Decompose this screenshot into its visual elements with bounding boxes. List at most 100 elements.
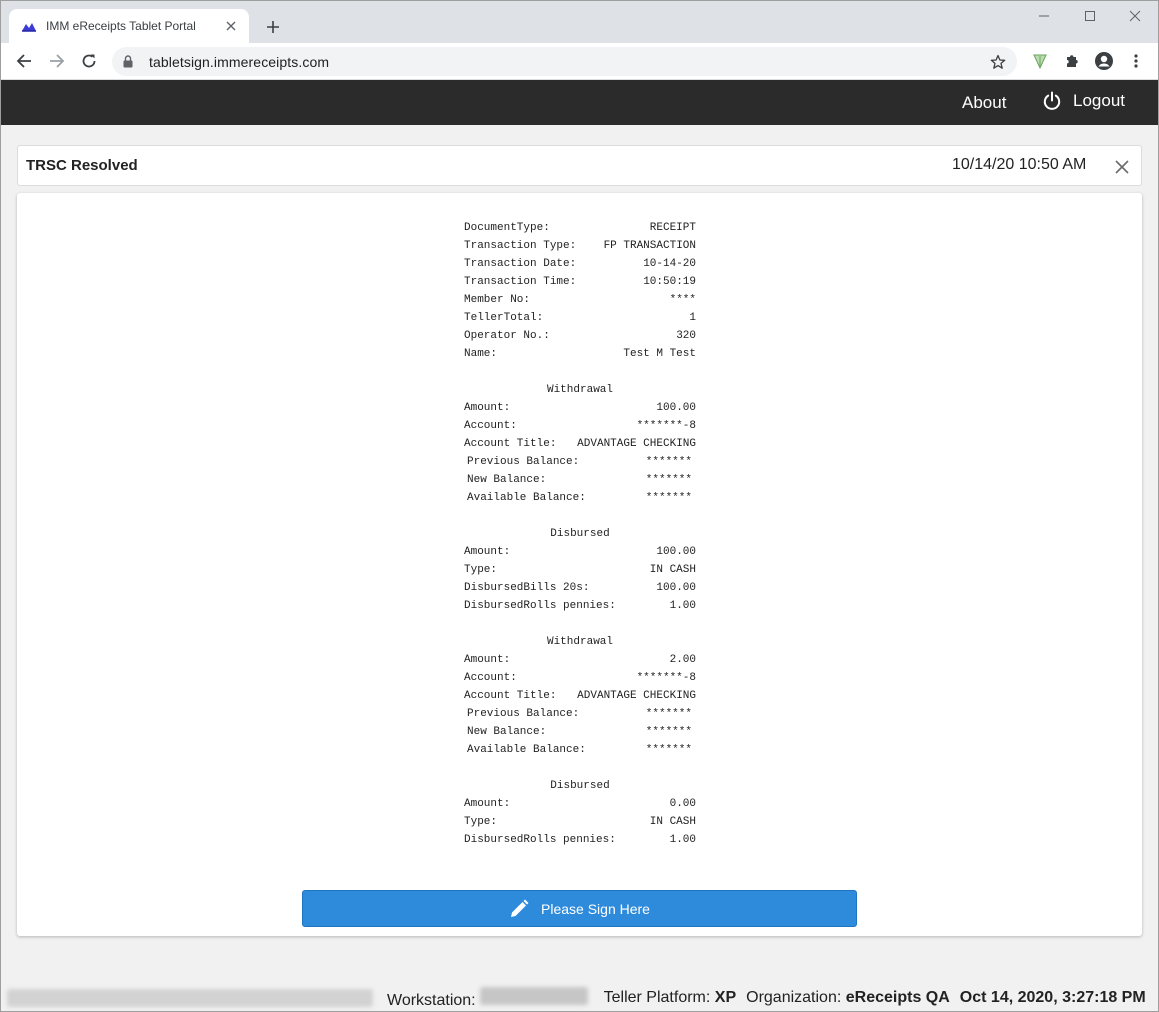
receipt-spacer [464, 759, 696, 777]
row-value: 0.00 [669, 798, 696, 810]
row-value: 1.00 [669, 834, 696, 846]
row-label: DocumentType: [464, 222, 550, 234]
receipt-row: Type: IN CASH [464, 561, 696, 579]
forward-icon[interactable] [43, 47, 71, 75]
workstation-label: Workstation: [387, 991, 476, 1009]
row-value: *******-8 [636, 672, 696, 684]
receipt-row: Account Title: ADVANTAGE CHECKING [464, 435, 696, 453]
row-label: Amount: [464, 546, 511, 558]
extensions-puzzle-icon[interactable] [1058, 47, 1086, 75]
row-label: Amount: [464, 798, 511, 810]
browser-tab-strip: IMM eReceipts Tablet Portal [1, 1, 1158, 43]
receipt-row: Amount: 2.00 [464, 651, 696, 669]
receipt-row: TellerTotal: 1 [464, 309, 696, 327]
row-label: Type: [464, 816, 498, 828]
back-icon[interactable] [10, 47, 38, 75]
row-label: New Balance: [467, 726, 547, 738]
row-label: Operator No.: [464, 330, 550, 342]
document-header-card: TRSC Resolved 10/14/20 10:50 AM [17, 145, 1142, 186]
row-label: DisbursedRolls pennies: [464, 834, 616, 846]
sign-button-label: Please Sign Here [541, 900, 650, 917]
minimize-icon[interactable] [1021, 1, 1067, 31]
redacted-user-email [7, 989, 373, 1007]
close-icon[interactable] [1112, 157, 1132, 177]
row-label: New Balance: [467, 474, 547, 486]
row-label: Previous Balance: [467, 456, 580, 468]
row-value: 10-14-20 [643, 258, 696, 270]
row-label: Available Balance: [467, 744, 586, 756]
about-link[interactable]: About [962, 93, 1006, 113]
row-value: FP TRANSACTION [603, 240, 696, 252]
profile-avatar-icon[interactable] [1090, 47, 1118, 75]
row-value: ******* [645, 726, 692, 738]
receipt-row: Available Balance: ******* [464, 741, 696, 759]
receipt-row: Available Balance: ******* [464, 489, 696, 507]
receipt-row: DocumentType: RECEIPT [464, 219, 696, 237]
browser-menu-icon[interactable] [1122, 47, 1150, 75]
section-heading: Disbursed [550, 528, 610, 540]
tab-close-icon[interactable] [219, 14, 243, 38]
url-text: tabletsign.immereceipts.com [149, 53, 330, 70]
row-value: 100.00 [656, 402, 696, 414]
row-value: ADVANTAGE CHECKING [577, 438, 696, 450]
row-value: ******* [645, 474, 692, 486]
row-label: Transaction Date: [464, 258, 577, 270]
row-label: Transaction Type: [464, 240, 577, 252]
row-value: ******* [645, 456, 692, 468]
receipt-row: Account Title: ADVANTAGE CHECKING [464, 687, 696, 705]
lock-icon [123, 55, 137, 69]
logout-label: Logout [1073, 91, 1125, 110]
receipt-row: Transaction Type: FP TRANSACTION [464, 237, 696, 255]
receipt-row: Previous Balance: ******* [464, 705, 696, 723]
receipt-row: DisbursedRolls pennies: 1.00 [464, 831, 696, 849]
row-value: 320 [676, 330, 696, 342]
row-label: Type: [464, 564, 498, 576]
extension-shield-icon[interactable] [1026, 47, 1054, 75]
receipt-row: Account: *******-8 [464, 669, 696, 687]
receipt-row: Amount: 0.00 [464, 795, 696, 813]
organization-label: Organization: [746, 989, 842, 1006]
status-bar: Workstation: Teller Platform: XP Organiz… [1, 985, 1158, 1011]
browser-toolbar: tabletsign.immereceipts.com [1, 43, 1158, 80]
receipt-spacer [464, 363, 696, 381]
receipt-row: Amount: 100.00 [464, 543, 696, 561]
row-value: *******-8 [636, 420, 696, 432]
row-value: 10:50:19 [643, 276, 696, 288]
organization-value: eReceipts QA [845, 989, 950, 1006]
window-close-icon[interactable] [1112, 1, 1158, 31]
row-value: IN CASH [649, 816, 696, 828]
logout-button[interactable]: Logout [1042, 91, 1125, 111]
section-heading: Disbursed [550, 780, 610, 792]
section-heading: Withdrawal [546, 636, 613, 648]
receipt-row: Member No: **** [464, 291, 696, 309]
receipt-row: Operator No.: 320 [464, 327, 696, 345]
browser-tab[interactable]: IMM eReceipts Tablet Portal [9, 9, 249, 43]
row-label: DisbursedBills 20s: [464, 582, 590, 594]
row-label: Transaction Time: [464, 276, 577, 288]
row-value: ******* [645, 708, 692, 720]
address-bar[interactable]: tabletsign.immereceipts.com [112, 47, 1017, 76]
workstation-info: Workstation: [387, 986, 594, 1010]
new-tab-icon[interactable] [259, 13, 287, 41]
maximize-icon[interactable] [1067, 1, 1113, 31]
row-label: Account Title: [464, 438, 557, 450]
bookmark-star-icon[interactable] [987, 51, 1009, 73]
receipt-text: DocumentType: RECEIPT Transaction Type: FP… [464, 219, 696, 849]
status-timestamp: Oct 14, 2020, 3:27:18 PM [959, 989, 1146, 1006]
document-title: TRSC Resolved [26, 157, 138, 174]
reload-icon[interactable] [75, 47, 103, 75]
receipt-row: DisbursedBills 20s: 100.00 [464, 579, 696, 597]
row-value: 100.00 [656, 582, 696, 594]
receipt-row: New Balance: ******* [464, 471, 696, 489]
teller-platform-value: XP [714, 989, 737, 1006]
section-heading: Withdrawal [546, 384, 613, 396]
row-value: Test M Test [623, 348, 696, 360]
receipt-row: Previous Balance: ******* [464, 453, 696, 471]
row-label: Account Title: [464, 690, 557, 702]
row-label: Account: [464, 420, 517, 432]
tab-title: IMM eReceipts Tablet Portal [46, 19, 196, 33]
receipt-row: New Balance: ******* [464, 723, 696, 741]
redacted-workstation [479, 986, 588, 1005]
row-label: Amount: [464, 654, 511, 666]
please-sign-here-button[interactable]: Please Sign Here [302, 890, 857, 927]
